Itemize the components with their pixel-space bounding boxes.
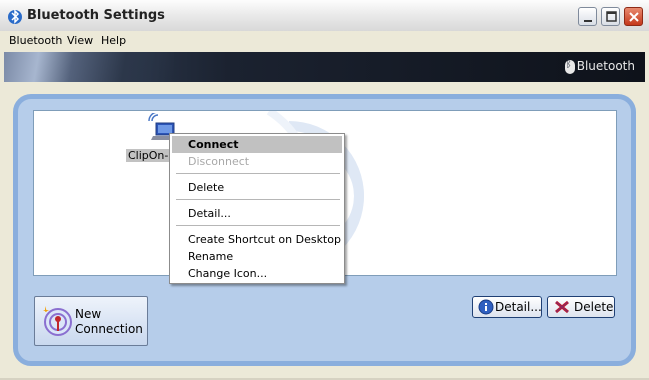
maximize-button[interactable] (601, 7, 620, 26)
new-connection-label-2: Connection (75, 322, 143, 336)
maximize-icon (606, 11, 617, 22)
menu-bluetooth[interactable]: Bluetooth (9, 34, 62, 47)
menu-separator (176, 173, 340, 174)
title-bar: Bluetooth Settings (0, 0, 649, 32)
menu-item-detail[interactable]: Detail... (172, 205, 342, 222)
delete-button-label: Delete (574, 300, 614, 314)
menu-help[interactable]: Help (101, 34, 126, 47)
delete-button[interactable]: Delete (547, 296, 615, 318)
new-connection-button[interactable]: New Connection (34, 296, 148, 346)
bluetooth-app-icon (8, 9, 22, 24)
detail-button[interactable]: Detail... (472, 296, 542, 318)
close-icon (629, 12, 639, 22)
menu-item-connect[interactable]: Connect (172, 136, 342, 153)
bluetooth-rune-icon (564, 59, 575, 74)
menu-separator (176, 199, 340, 200)
banner-graphic (4, 52, 174, 82)
menu-item-delete[interactable]: Delete (172, 179, 342, 196)
minimize-button[interactable] (578, 7, 597, 26)
bluetooth-logo-text: Bluetooth (576, 59, 635, 73)
context-menu: Connect Disconnect Delete Detail... Crea… (169, 133, 345, 284)
menu-separator (176, 225, 340, 226)
new-connection-icon (43, 306, 72, 336)
new-connection-label-1: New (75, 307, 102, 321)
close-button[interactable] (624, 7, 643, 26)
minimize-icon (584, 20, 592, 22)
detail-button-label: Detail... (495, 300, 542, 314)
header-banner: Bluetooth (4, 52, 645, 82)
menu-view[interactable]: View (67, 34, 93, 47)
menu-item-rename[interactable]: Rename (172, 248, 342, 265)
menu-item-change-icon[interactable]: Change Icon... (172, 265, 342, 282)
delete-x-icon (555, 300, 569, 314)
menu-item-disconnect: Disconnect (188, 155, 250, 168)
menu-item-create-shortcut[interactable]: Create Shortcut on Desktop (172, 231, 342, 248)
info-icon (478, 299, 494, 315)
bluetooth-logo: Bluetooth (564, 59, 635, 74)
menu-bar: Bluetooth View Help (0, 31, 649, 51)
window-title: Bluetooth Settings (27, 8, 165, 23)
